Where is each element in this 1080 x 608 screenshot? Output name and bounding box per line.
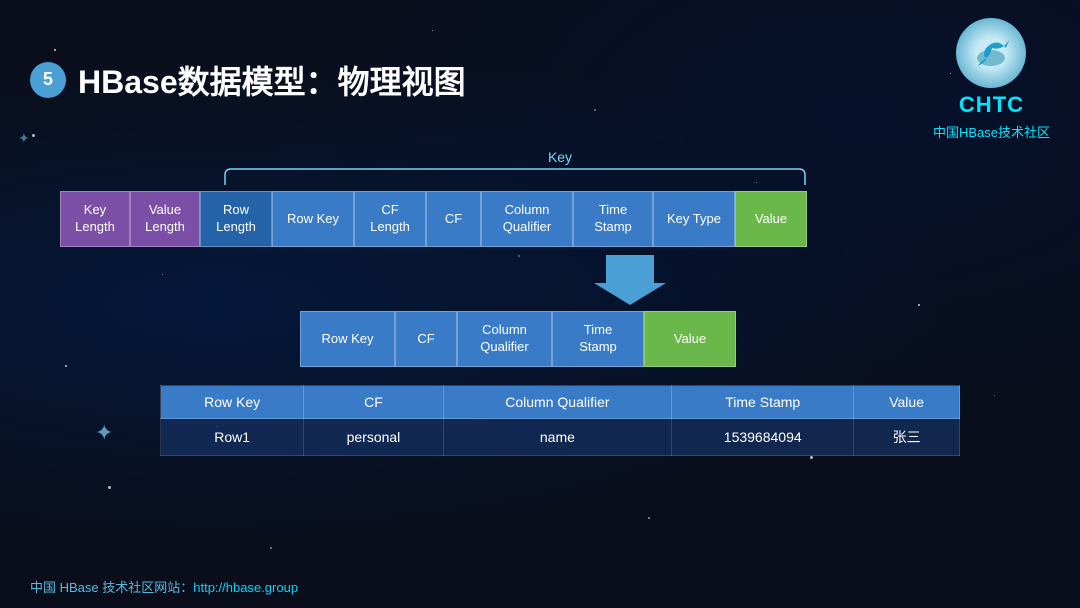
cell-value-length: ValueLength: [130, 191, 200, 247]
col-header-timestamp: Time Stamp: [672, 386, 854, 419]
cell-value-val: 张三: [854, 419, 960, 456]
dolphin-icon: [966, 28, 1016, 78]
cell-column-qualifier-physical: ColumnQualifier: [481, 191, 573, 247]
footer-link[interactable]: http://hbase.group: [193, 580, 298, 595]
col-header-value: Value: [854, 386, 960, 419]
col-header-cf: CF: [304, 386, 443, 419]
step-badge: 5: [30, 62, 66, 98]
cell-key-type: Key Type: [653, 191, 735, 247]
logical-row: Row Key CF ColumnQualifier TimeStamp Val…: [300, 311, 1050, 367]
cell-value-physical: Value: [735, 191, 807, 247]
data-table-section: Row Key CF Column Qualifier Time Stamp V…: [160, 385, 960, 456]
cell-qualifier-val: name: [443, 419, 672, 456]
cell-row-key-physical: Row Key: [272, 191, 354, 247]
cell-cf-val: personal: [304, 419, 443, 456]
table-row: Row1 personal name 1539684094 张三: [161, 419, 960, 456]
cell-column-qualifier-logical: ColumnQualifier: [457, 311, 552, 367]
cell-timestamp-physical: TimeStamp: [573, 191, 653, 247]
cell-cf-logical: CF: [395, 311, 457, 367]
col-header-rowkey: Row Key: [161, 386, 304, 419]
key-label: Key: [310, 149, 810, 165]
cell-row-length: RowLength: [200, 191, 272, 247]
title-area: 5 HBase数据模型：物理视图: [30, 57, 466, 103]
footer-text: 中国 HBase 技术社区网站：: [30, 580, 193, 595]
cell-rowkey-val: Row1: [161, 419, 304, 456]
physical-row: KeyLength ValueLength RowLength Row Key …: [60, 191, 1050, 247]
key-brace: [215, 167, 815, 187]
header: 5 HBase数据模型：物理视图 CHTC 中国HBase技术社区: [30, 18, 1050, 141]
page-title: HBase数据模型：物理视图: [78, 57, 466, 103]
cell-key-length: KeyLength: [60, 191, 130, 247]
cell-row-key-logical: Row Key: [300, 311, 395, 367]
brand-name: CHTC: [959, 92, 1024, 118]
cell-value-logical: Value: [644, 311, 736, 367]
brand-subtitle: 中国HBase技术社区: [933, 122, 1050, 141]
col-header-qualifier: Column Qualifier: [443, 386, 672, 419]
logo-circle: [956, 18, 1026, 88]
cell-timestamp-val: 1539684094: [672, 419, 854, 456]
cell-cf-length: CFLength: [354, 191, 426, 247]
key-section: Key: [30, 149, 1050, 187]
arrow-down: [210, 255, 1050, 305]
table-header-row: Row Key CF Column Qualifier Time Stamp V…: [161, 386, 960, 419]
logo-area: CHTC 中国HBase技术社区: [933, 18, 1050, 141]
cell-timestamp-logical: TimeStamp: [552, 311, 644, 367]
data-table: Row Key CF Column Qualifier Time Stamp V…: [160, 385, 960, 456]
cell-cf-physical: CF: [426, 191, 481, 247]
footer: 中国 HBase 技术社区网站：http://hbase.group: [30, 577, 298, 596]
